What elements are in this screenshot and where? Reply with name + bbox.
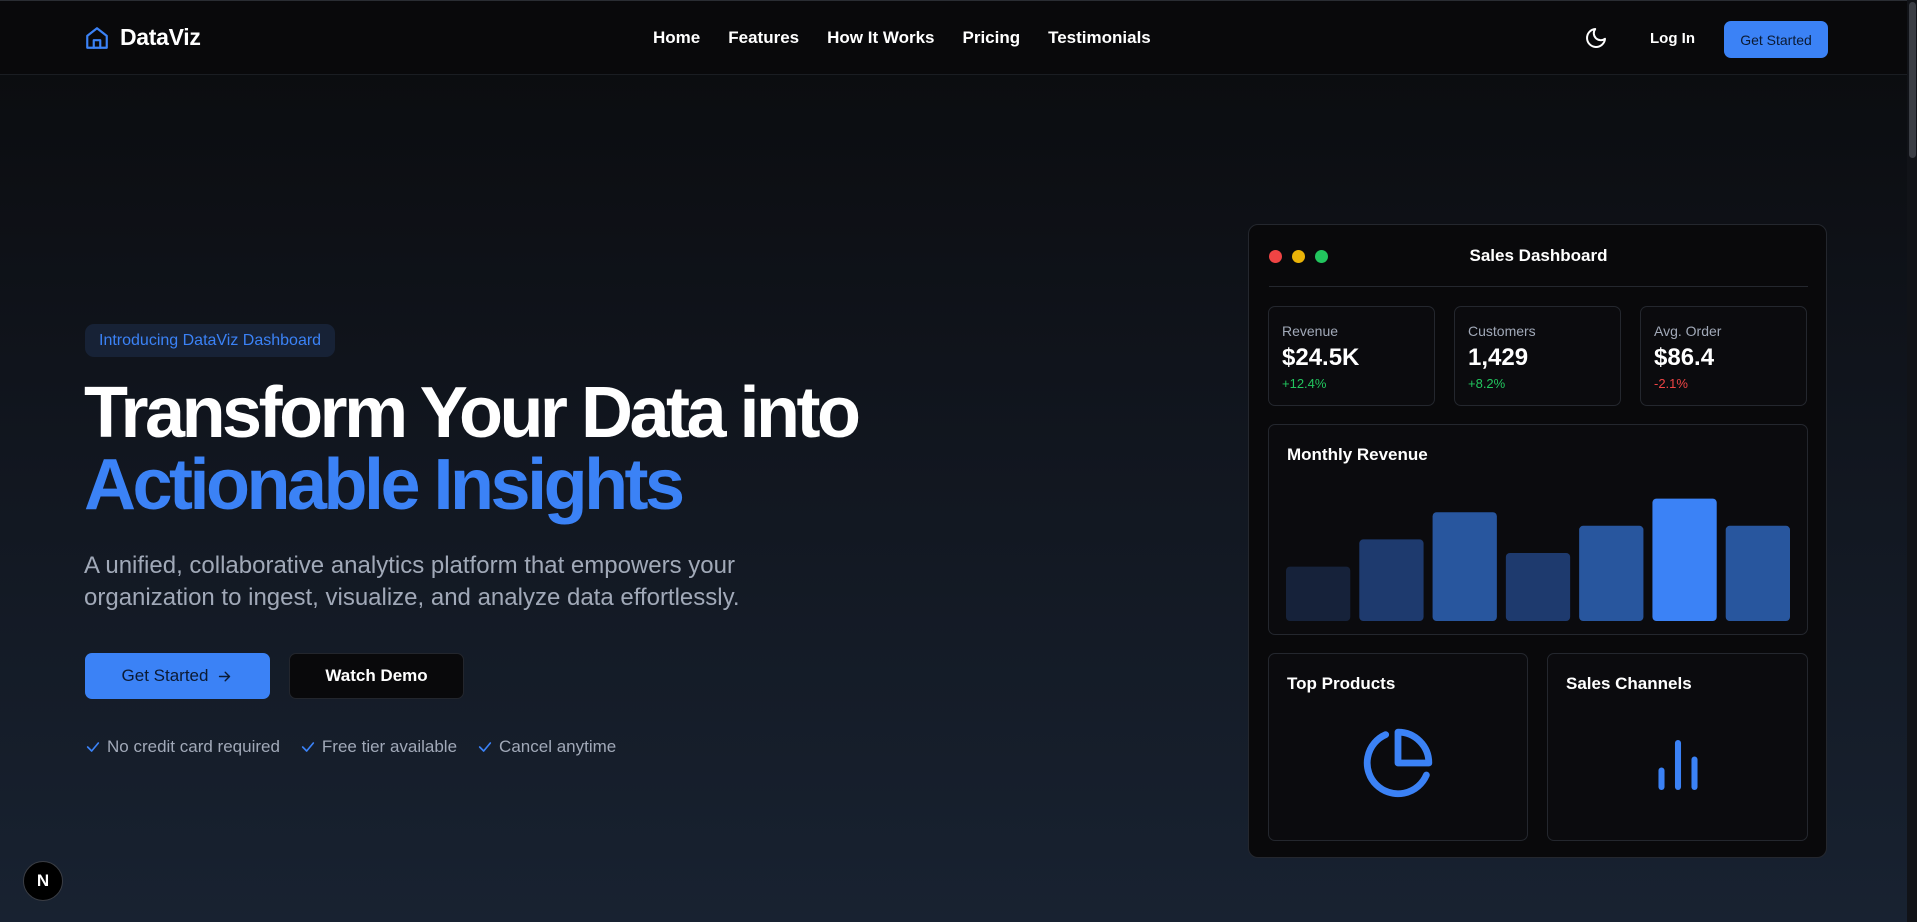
bar-chart-icon — [1657, 739, 1698, 791]
kpi-label: Revenue — [1282, 323, 1339, 339]
kpi-card-revenue: Revenue $24.5K +12.4% — [1268, 306, 1435, 406]
main-nav: Home Features How It Works Pricing Testi… — [653, 28, 1151, 48]
hero-title-line1: Transform Your Data into — [84, 373, 861, 453]
check-icon — [86, 742, 100, 752]
sales-channels-icon-wrap — [1548, 732, 1807, 798]
check-icon — [301, 742, 315, 752]
revenue-bar — [1359, 539, 1424, 621]
panel-title: Monthly Revenue — [1287, 445, 1428, 464]
hero-get-started-button[interactable]: Get Started — [85, 653, 270, 699]
arrow-right-icon — [219, 671, 231, 681]
pie-chart-icon — [1363, 728, 1433, 798]
hero-title-line2: Actionable Insights — [84, 445, 685, 525]
theme-toggle-button[interactable] — [1584, 26, 1608, 50]
watch-demo-button[interactable]: Watch Demo — [289, 653, 464, 699]
moon-icon — [1586, 28, 1606, 48]
revenue-bar — [1652, 498, 1717, 621]
top-products-icon-wrap — [1269, 726, 1527, 800]
nav-home[interactable]: Home — [653, 28, 700, 48]
hero-description: A unified, collaborative analytics platf… — [84, 552, 740, 611]
perk-label: No credit card required — [107, 737, 280, 756]
monthly-revenue-chart — [1286, 498, 1790, 621]
revenue-bar — [1725, 525, 1790, 621]
framework-badge[interactable]: N — [23, 861, 63, 901]
kpi-value: $24.5K — [1282, 344, 1360, 371]
perk-item: Cancel anytime — [477, 737, 616, 757]
perk-item: Free tier available — [300, 737, 457, 757]
kpi-delta: +8.2% — [1468, 376, 1506, 391]
dashboard-title: Sales Dashboard — [1469, 246, 1608, 265]
brand-name: DataViz — [120, 24, 201, 50]
perk-item: No credit card required — [85, 737, 280, 757]
kpi-delta: +12.4% — [1282, 376, 1327, 391]
kpi-value: 1,429 — [1468, 344, 1529, 371]
header-get-started-button[interactable]: Get Started — [1724, 21, 1828, 58]
top-navbar: DataViz Home Features How It Works Prici… — [0, 0, 1917, 75]
get-started-label: Get Started — [121, 666, 209, 685]
nav-pricing[interactable]: Pricing — [962, 28, 1020, 48]
perks-list: No credit card required Free tier availa… — [85, 737, 616, 757]
revenue-bar — [1432, 512, 1497, 621]
login-link[interactable]: Log In — [1650, 30, 1695, 47]
nav-testimonials[interactable]: Testimonials — [1048, 28, 1151, 48]
panel-title: Sales Channels — [1566, 674, 1692, 693]
kpi-label: Avg. Order — [1654, 323, 1722, 339]
intro-badge: Introducing DataViz Dashboard — [85, 324, 336, 357]
sales-channels-panel: Sales Channels — [1547, 653, 1808, 841]
panel-title: Top Products — [1287, 674, 1396, 693]
scrollbar-thumb[interactable] — [1909, 2, 1916, 158]
page-scrollbar[interactable] — [1907, 0, 1917, 922]
perk-label: Cancel anytime — [499, 737, 617, 756]
nav-how-it-works[interactable]: How It Works — [827, 28, 934, 48]
revenue-bar — [1286, 566, 1351, 621]
nav-features[interactable]: Features — [728, 28, 799, 48]
divider — [1269, 286, 1808, 287]
perk-label: Free tier available — [321, 737, 458, 756]
sales-dashboard-preview: Sales Dashboard Revenue $24.5K +12.4% Cu… — [1248, 224, 1827, 858]
kpi-label: Customers — [1468, 323, 1536, 339]
revenue-bar — [1579, 525, 1644, 621]
kpi-card-avg-order: Avg. Order $86.4 -2.1% — [1640, 306, 1807, 406]
kpi-delta: -2.1% — [1654, 376, 1688, 391]
monthly-revenue-panel: Monthly Revenue — [1268, 424, 1808, 635]
brand-logo[interactable]: DataViz — [84, 24, 201, 51]
revenue-bar — [1505, 553, 1571, 621]
check-icon — [478, 742, 492, 752]
top-products-panel: Top Products — [1268, 653, 1528, 841]
home-icon — [86, 26, 108, 49]
kpi-value: $86.4 — [1654, 344, 1715, 371]
kpi-card-customers: Customers 1,429 +8.2% — [1454, 306, 1621, 406]
